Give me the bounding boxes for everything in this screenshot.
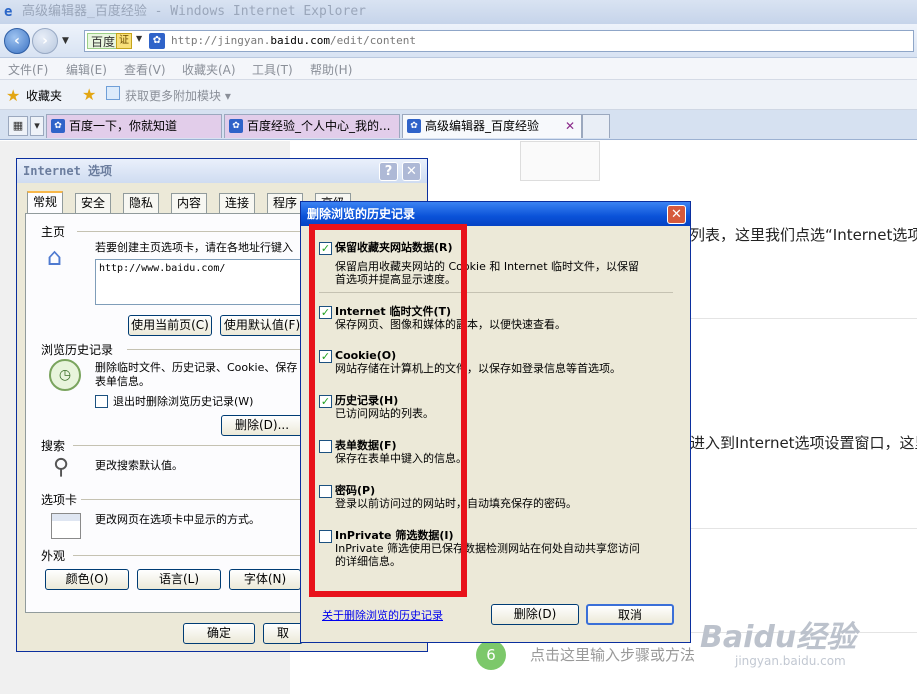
tabs-description: 更改网页在选项卡中显示的方式。 bbox=[95, 513, 260, 526]
fonts-button[interactable]: 字体(N) bbox=[229, 569, 301, 590]
delete-on-exit-checkbox[interactable] bbox=[95, 395, 108, 408]
delete-history-title: 删除浏览的历史记录 bbox=[307, 207, 416, 221]
page-paragraph-2: 进入到Internet选项设置窗口，这里 bbox=[690, 434, 917, 452]
search-group-label: 搜索 bbox=[41, 439, 66, 453]
history-description-1: 删除临时文件、历史记录、Cookie、保存 bbox=[95, 361, 298, 374]
tab-bar: ▦ ▾ ✿ 百度一下，你就知道 ✿ 百度经验_个人中心_我的... ✿ 高级编辑… bbox=[0, 110, 917, 140]
tab-content[interactable]: 内容 bbox=[171, 193, 208, 213]
baidu-paw-icon: ✿ bbox=[229, 119, 243, 133]
colors-button[interactable]: 颜色(O) bbox=[45, 569, 129, 590]
favorites-bar: ★ 收藏夹 ★ 获取更多附加模块 ▾ bbox=[0, 80, 917, 110]
tab-list-dropdown-icon[interactable]: ▾ bbox=[30, 116, 44, 136]
internet-options-title: Internet 选项 bbox=[23, 164, 113, 178]
add-favorite-icon[interactable]: ★ bbox=[82, 85, 96, 104]
history-clock-icon: ◷ bbox=[49, 359, 81, 391]
delete-on-exit-label: 退出时删除浏览历史记录(W) bbox=[113, 395, 254, 408]
tab-advanced-editor[interactable]: ✿ 高级编辑器_百度经验 ✕ bbox=[402, 114, 582, 138]
step-input-placeholder[interactable]: 点击这里输入步骤或方法 bbox=[530, 644, 695, 665]
baidu-watermark-url: jingyan.baidu.com bbox=[735, 654, 846, 668]
tab-programs[interactable]: 程序 bbox=[267, 193, 304, 213]
close-button[interactable]: ✕ bbox=[402, 162, 421, 181]
home-description: 若要创建主页选项卡，请在各地址行键入 bbox=[95, 241, 293, 254]
cancel-button[interactable]: 取 bbox=[263, 623, 303, 644]
cancel-button[interactable]: 取消 bbox=[586, 604, 674, 625]
address-toolbar: ‹ › ▼ 百度 证 ▼ ✿ http://jingyan.baidu.com/… bbox=[0, 24, 917, 58]
tabs-window-icon bbox=[51, 513, 81, 539]
appearance-group-label: 外观 bbox=[41, 549, 66, 563]
step-number-badge: 6 bbox=[476, 640, 506, 670]
search-description: 更改搜索默认值。 bbox=[95, 459, 183, 472]
tab-personal-center[interactable]: ✿ 百度经验_个人中心_我的... bbox=[224, 114, 400, 138]
new-tab-button[interactable] bbox=[582, 114, 610, 138]
menu-tools[interactable]: 工具(T) bbox=[252, 61, 293, 78]
history-dropdown-icon[interactable]: ▼ bbox=[62, 36, 69, 46]
tab-label: 高级编辑器_百度经验 bbox=[425, 119, 540, 133]
internet-options-titlebar: Internet 选项 bbox=[17, 159, 427, 183]
menu-favorites[interactable]: 收藏夹(A) bbox=[182, 61, 236, 78]
menu-view[interactable]: 查看(V) bbox=[124, 61, 166, 78]
use-current-button[interactable]: 使用当前页(C) bbox=[128, 315, 212, 336]
languages-button[interactable]: 语言(L) bbox=[137, 569, 221, 590]
tab-close-icon[interactable]: ✕ bbox=[565, 115, 575, 137]
tab-security[interactable]: 安全 bbox=[75, 193, 112, 213]
site-favicon-icon: ✿ bbox=[149, 33, 165, 49]
delete-history-button[interactable]: 删除(D)... bbox=[221, 415, 303, 436]
tab-general[interactable]: 常规 bbox=[27, 191, 64, 213]
favorites-button[interactable]: 收藏夹 bbox=[26, 87, 62, 104]
baidu-paw-icon: ✿ bbox=[51, 119, 65, 133]
forward-button[interactable]: › bbox=[32, 28, 58, 54]
ie-logo-icon: e bbox=[4, 4, 13, 20]
baidu-paw-icon: ✿ bbox=[407, 119, 421, 133]
menu-help[interactable]: 帮助(H) bbox=[310, 61, 352, 78]
home-url-textarea[interactable]: http://www.baidu.com/ bbox=[95, 259, 330, 305]
menu-file[interactable]: 文件(F) bbox=[8, 61, 48, 78]
tab-label: 百度一下，你就知道 bbox=[69, 119, 178, 133]
brand-dropdown-icon[interactable]: ▼ bbox=[136, 34, 142, 43]
baidu-watermark: Baidu经验 bbox=[700, 620, 857, 655]
favorites-star-icon[interactable]: ★ bbox=[6, 86, 20, 105]
delete-history-titlebar: 删除浏览的历史记录 bbox=[301, 202, 690, 226]
quick-tabs-icon[interactable]: ▦ bbox=[8, 116, 28, 136]
menu-bar: 文件(F) 编辑(E) 查看(V) 收藏夹(A) 工具(T) 帮助(H) bbox=[0, 58, 917, 80]
window-titlebar: e 高级编辑器_百度经验 - Windows Internet Explorer bbox=[0, 0, 917, 24]
ok-button[interactable]: 确定 bbox=[183, 623, 255, 644]
tab-baidu-home[interactable]: ✿ 百度一下，你就知道 bbox=[46, 114, 222, 138]
history-description-2: 表单信息。 bbox=[95, 375, 150, 388]
tabs-group-label: 选项卡 bbox=[41, 493, 78, 507]
use-default-button[interactable]: 使用默认值(F) bbox=[220, 315, 304, 336]
tab-connections[interactable]: 连接 bbox=[219, 193, 256, 213]
tab-privacy[interactable]: 隐私 bbox=[123, 193, 160, 213]
about-delete-history-link[interactable]: 关于删除浏览的历史记录 bbox=[322, 607, 443, 623]
delete-button[interactable]: 删除(D) bbox=[491, 604, 579, 625]
get-more-addons-link[interactable]: 获取更多附加模块 ▾ bbox=[125, 87, 231, 104]
home-group-label: 主页 bbox=[41, 225, 66, 239]
back-button[interactable]: ‹ bbox=[4, 28, 30, 54]
history-group-label: 浏览历史记录 bbox=[41, 343, 114, 357]
tab-label: 百度经验_个人中心_我的... bbox=[247, 119, 391, 133]
close-button[interactable]: ✕ bbox=[667, 205, 686, 224]
search-magnifier-icon: ⚲ bbox=[53, 455, 70, 480]
highlight-annotation-box bbox=[309, 224, 467, 597]
home-house-icon: ⌂ bbox=[47, 243, 63, 271]
help-button[interactable]: ? bbox=[379, 162, 398, 181]
addon-page-icon bbox=[106, 86, 120, 100]
search-brand-label: 百度 bbox=[87, 33, 120, 49]
address-bar[interactable]: 百度 证 ▼ ✿ http://jingyan.baidu.com/edit/c… bbox=[84, 30, 914, 52]
certificate-icon[interactable]: 证 bbox=[116, 33, 132, 49]
page-paragraph-1: 列表，这里我们点选“Internet选项 bbox=[690, 226, 917, 244]
menu-edit[interactable]: 编辑(E) bbox=[66, 61, 107, 78]
window-title: 高级编辑器_百度经验 - Windows Internet Explorer bbox=[22, 4, 366, 19]
url-text[interactable]: http://jingyan.baidu.com/edit/content bbox=[171, 31, 416, 51]
content-thumbnail bbox=[520, 141, 600, 181]
